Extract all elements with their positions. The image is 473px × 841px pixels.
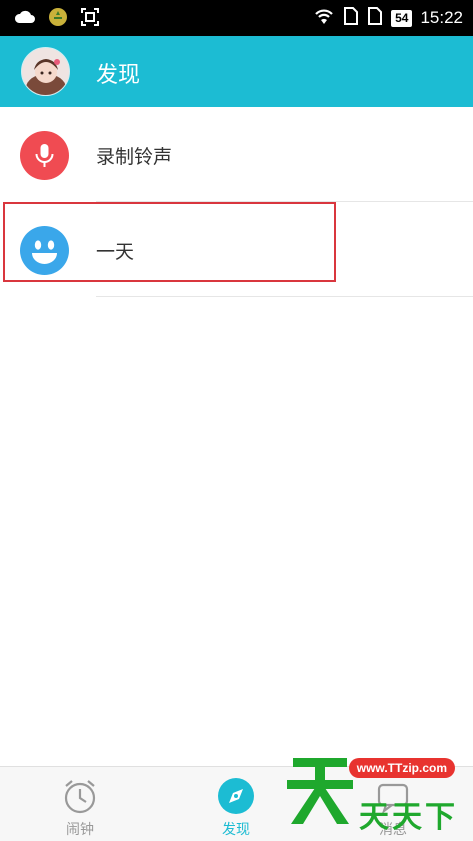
status-bar: 54 15:22 [0, 0, 473, 36]
sim-card-2-icon [367, 6, 383, 30]
screenshot-icon [80, 7, 100, 31]
list-item-label: 一天 [96, 241, 135, 263]
nav-tab-discover[interactable]: 发现 [196, 773, 276, 839]
watermark-logo-icon [287, 758, 353, 824]
smiley-icon [20, 226, 69, 275]
avatar-image [22, 48, 69, 95]
status-right-icons: 54 15:22 [313, 6, 463, 30]
watermark-text: 天天下載 [359, 800, 458, 835]
status-time: 15:22 [420, 8, 463, 27]
app-notification-icon [48, 7, 68, 31]
battery-indicator: 54 [391, 9, 413, 27]
screen: 54 15:22 发现 录制铃声 一天 闹钟 发现 消息 www.TTzip.c… [0, 0, 473, 841]
compass-icon [217, 777, 255, 815]
microphone-icon [20, 131, 69, 180]
avatar[interactable] [21, 47, 70, 96]
watermark-url: www.TTzip.com [348, 758, 455, 778]
list-item-label: 录制铃声 [96, 146, 173, 168]
status-left-icons [14, 7, 100, 31]
wifi-icon [313, 6, 335, 30]
list-item-one-day[interactable]: 一天 [0, 202, 473, 297]
alarm-clock-icon [61, 777, 99, 815]
page-title: 发现 [96, 63, 141, 88]
nav-label: 发现 [222, 822, 250, 838]
watermark: www.TTzip.com 天天下載 [285, 748, 473, 841]
sim-card-icon [343, 6, 359, 30]
header-bar: 发现 [0, 36, 473, 107]
nav-tab-alarm[interactable]: 闹钟 [40, 773, 120, 839]
divider [96, 296, 473, 297]
nav-label: 闹钟 [66, 822, 94, 838]
list-item-record-ringtone[interactable]: 录制铃声 [0, 107, 473, 202]
cloud-icon [14, 8, 36, 30]
